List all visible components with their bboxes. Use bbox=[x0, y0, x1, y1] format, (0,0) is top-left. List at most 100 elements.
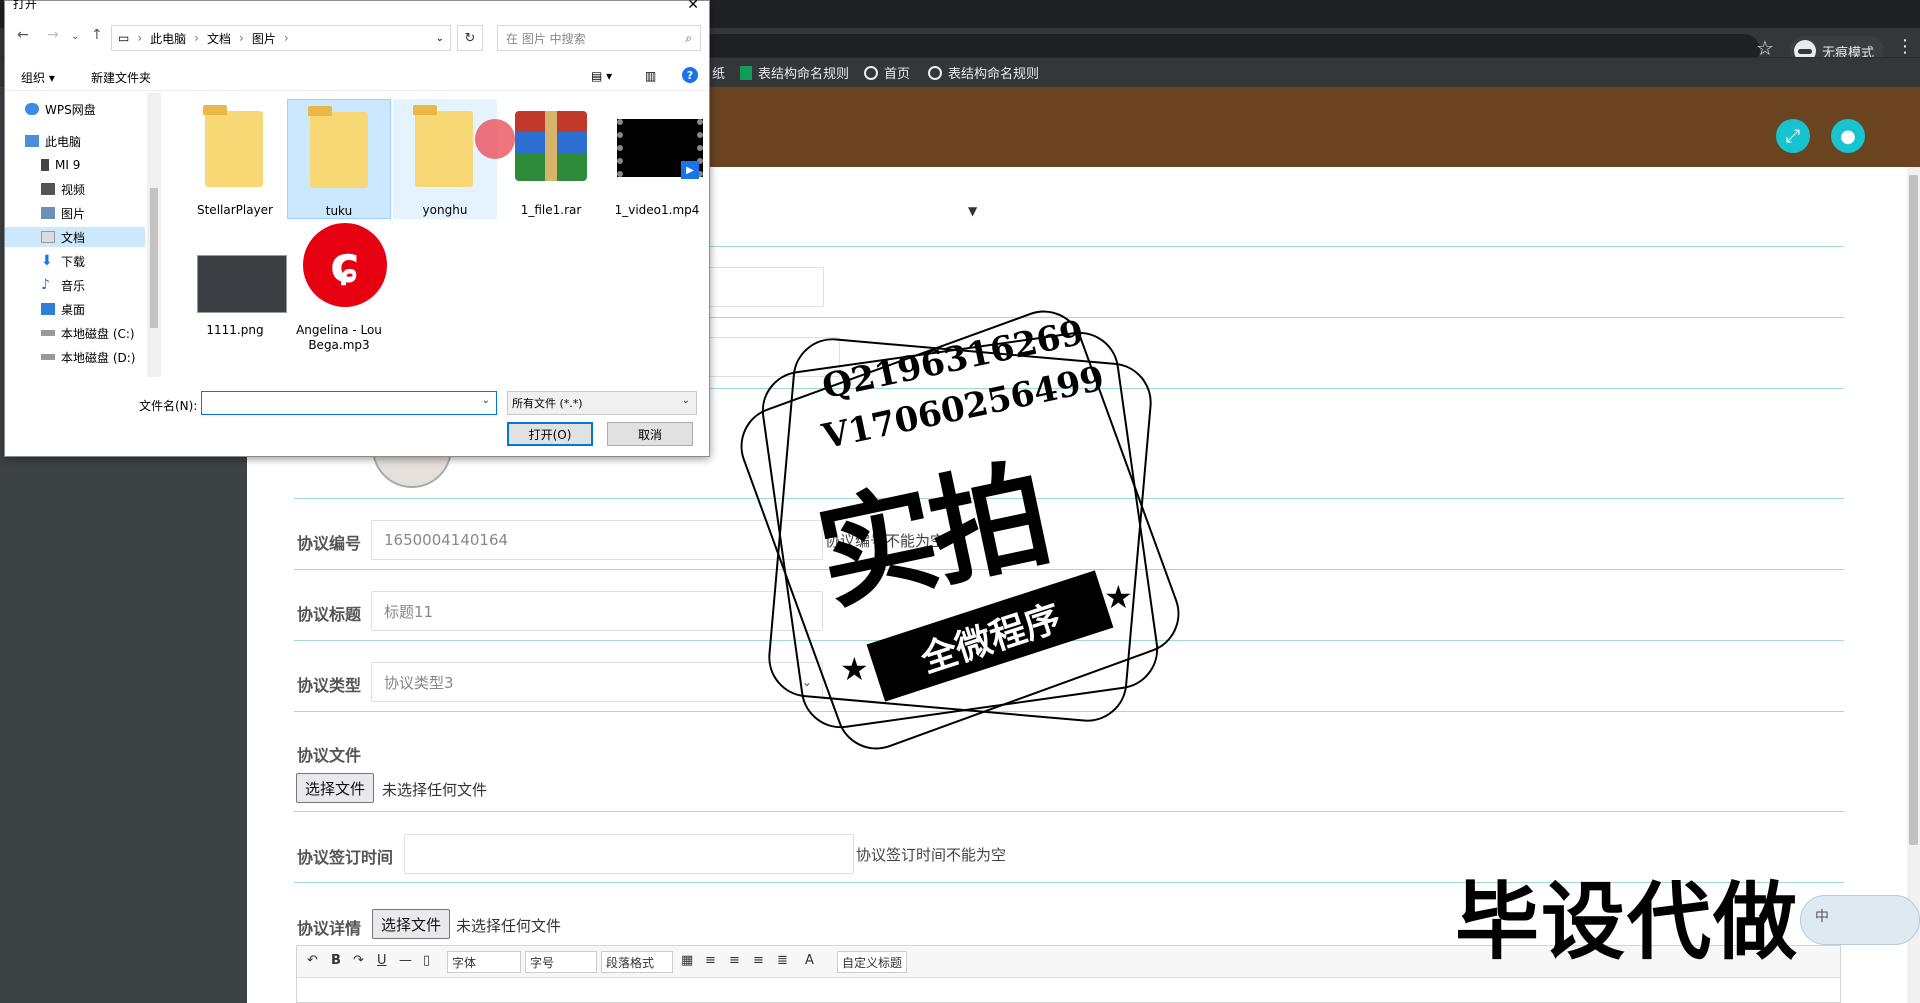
file-item[interactable]: StellarPlayer bbox=[183, 99, 287, 219]
tree-item[interactable]: 桌面 bbox=[41, 299, 85, 319]
organize-menu[interactable]: 组织 ▾ bbox=[21, 69, 55, 86]
drive-icon bbox=[41, 354, 55, 360]
dialog-title: 打开 bbox=[13, 0, 38, 11]
bookmark-item[interactable]: 纸 bbox=[712, 63, 725, 82]
breadcrumb[interactable]: ▭ › 此电脑 › 文档 › 图片 › ⌄ bbox=[111, 25, 451, 51]
tree-item-selected[interactable]: 文档 bbox=[5, 227, 145, 247]
filename-input[interactable]: ⌄ bbox=[201, 391, 497, 415]
computer-icon: ▭ bbox=[118, 31, 130, 45]
redo-icon[interactable]: ↷ bbox=[353, 953, 364, 968]
tree-item[interactable]: ⬇ 下载 bbox=[41, 251, 85, 271]
view-icon[interactable]: ▤ ▾ bbox=[591, 69, 612, 83]
details-file-button[interactable]: 选择文件 bbox=[372, 909, 451, 939]
chevron-down-icon[interactable]: ⌄ bbox=[436, 33, 444, 44]
preview-pane-icon[interactable]: ▥ bbox=[645, 69, 656, 83]
ime-widget[interactable]: 中 bbox=[1800, 895, 1920, 945]
close-icon[interactable]: ✕ bbox=[687, 0, 699, 13]
folder-icon bbox=[203, 105, 263, 187]
back-icon[interactable]: ← bbox=[17, 27, 29, 43]
file-item[interactable]: ɕ Angelina - Lou Bega.mp3 bbox=[287, 219, 391, 363]
bookmark-item[interactable]: 表结构命名规则 bbox=[928, 63, 1039, 82]
cancel-button[interactable]: 取消 bbox=[607, 422, 693, 446]
underline-icon[interactable]: U bbox=[377, 953, 387, 968]
search-icon: ⌕ bbox=[685, 30, 692, 45]
file-item[interactable]: 1_file1.rar bbox=[499, 99, 603, 219]
bookmark-item[interactable]: 首页 bbox=[864, 63, 910, 82]
agreement-file-button[interactable]: 选择文件 bbox=[296, 773, 375, 803]
filetype-select[interactable]: 所有文件 (*.*) ⌄ bbox=[507, 391, 697, 415]
justify-icon[interactable]: ≣ bbox=[777, 953, 788, 968]
page-scrollbar[interactable] bbox=[1907, 167, 1920, 1003]
file-item[interactable]: 1111.png bbox=[183, 219, 287, 339]
watermark-corner-text: 毕设代做 bbox=[1455, 873, 1800, 971]
agreement-no-label: 协议编号 bbox=[297, 534, 362, 553]
align-left-icon[interactable]: ≡ bbox=[705, 953, 716, 968]
globe-icon bbox=[864, 65, 878, 80]
star-icon: ★ bbox=[1104, 578, 1133, 616]
chevron-down-icon[interactable]: ⌄ bbox=[482, 395, 490, 406]
scrollbar-thumb[interactable] bbox=[1909, 175, 1918, 845]
documents-icon bbox=[41, 231, 55, 243]
up-icon[interactable]: ↑ bbox=[91, 27, 103, 43]
browser-menu-icon[interactable]: ⋮ bbox=[1896, 36, 1914, 57]
sign-time-error: 协议签订时间不能为空 bbox=[856, 846, 1007, 864]
star-icon: ★ bbox=[840, 650, 869, 688]
user-icon[interactable]: ● bbox=[1831, 119, 1865, 153]
file-item-selected[interactable]: tuku bbox=[287, 99, 391, 219]
horizontal-rule-icon[interactable]: — bbox=[399, 953, 412, 968]
bookmark-item[interactable]: 表结构命名规则 bbox=[740, 63, 849, 82]
forward-icon[interactable]: → bbox=[47, 27, 59, 43]
globe-icon bbox=[928, 65, 942, 80]
file-grid: StellarPlayer tuku yonghu 1_file1.rar ▶ … bbox=[163, 93, 703, 377]
page-icon[interactable]: ▯ bbox=[423, 953, 430, 968]
font-select[interactable]: 字体 bbox=[447, 951, 521, 973]
pictures-icon bbox=[41, 207, 55, 219]
fullscreen-icon[interactable]: ⤢ bbox=[1776, 119, 1810, 153]
paragraph-select[interactable]: 段落格式 bbox=[601, 951, 673, 973]
tree-item[interactable]: WPS网盘 bbox=[25, 99, 96, 119]
drive-icon bbox=[41, 330, 55, 336]
refresh-icon[interactable]: ↻ bbox=[457, 25, 483, 51]
breadcrumb-item[interactable]: 图片 bbox=[252, 30, 276, 47]
file-item[interactable]: ▶ 1_video1.mp4 bbox=[605, 99, 709, 219]
search-placeholder: 在 图片 中搜索 bbox=[506, 31, 586, 46]
agreement-type-value: 协议类型3 bbox=[384, 673, 454, 692]
divider bbox=[294, 811, 1844, 812]
align-right-icon[interactable]: ≡ bbox=[753, 953, 764, 968]
archive-icon bbox=[515, 111, 587, 181]
desktop-icon bbox=[41, 303, 55, 315]
search-input[interactable]: 在 图片 中搜索 ⌕ bbox=[497, 25, 701, 51]
custom-heading-select[interactable]: 自定义标题 bbox=[837, 951, 907, 973]
tree-item[interactable]: 图片 bbox=[41, 203, 85, 223]
help-icon[interactable]: ? bbox=[682, 67, 698, 83]
new-folder-button[interactable]: 新建文件夹 bbox=[91, 69, 151, 86]
recent-icon[interactable]: ⌄ bbox=[71, 31, 79, 42]
font-color-icon[interactable]: A bbox=[805, 953, 814, 968]
bold-icon[interactable]: B bbox=[331, 953, 341, 968]
open-button[interactable]: 打开(O) bbox=[507, 422, 593, 446]
agreement-file-label: 协议文件 bbox=[297, 746, 362, 765]
tree-item[interactable]: MI 9 bbox=[41, 155, 80, 175]
scrollbar-thumb[interactable] bbox=[150, 188, 158, 328]
folder-icon bbox=[308, 106, 368, 188]
sign-time-input[interactable] bbox=[404, 834, 854, 874]
chevron-down-icon: ⌄ bbox=[681, 395, 690, 406]
file-item[interactable]: yonghu bbox=[393, 99, 497, 219]
image-thumbnail bbox=[197, 255, 287, 313]
size-select[interactable]: 字号 bbox=[525, 951, 597, 973]
download-icon: ⬇ bbox=[41, 253, 53, 269]
tree-scrollbar[interactable] bbox=[147, 93, 161, 377]
align-center-icon[interactable]: ≡ bbox=[729, 953, 740, 968]
breadcrumb-item[interactable]: 文档 bbox=[207, 30, 231, 47]
tree-item[interactable]: 此电脑 bbox=[25, 131, 81, 151]
file-open-dialog: 打开 ✕ ← → ⌄ ↑ ▭ › 此电脑 › 文档 › 图片 › ⌄ ↻ 在 图… bbox=[4, 0, 710, 457]
dialog-toolbar: 组织 ▾ 新建文件夹 ▤ ▾ ▥ ? bbox=[5, 61, 709, 91]
tree-item[interactable]: 视频 bbox=[41, 179, 85, 199]
table-icon[interactable]: ▦ bbox=[681, 953, 693, 968]
tree-item[interactable]: 本地磁盘 (D:) bbox=[41, 347, 135, 367]
chevron-down-icon[interactable]: ▼ bbox=[968, 204, 977, 218]
breadcrumb-item[interactable]: 此电脑 bbox=[150, 30, 186, 47]
tree-item[interactable]: 本地磁盘 (C:) bbox=[41, 323, 135, 343]
undo-icon[interactable]: ↶ bbox=[307, 953, 318, 968]
tree-item[interactable]: ♪ 音乐 bbox=[41, 275, 85, 295]
